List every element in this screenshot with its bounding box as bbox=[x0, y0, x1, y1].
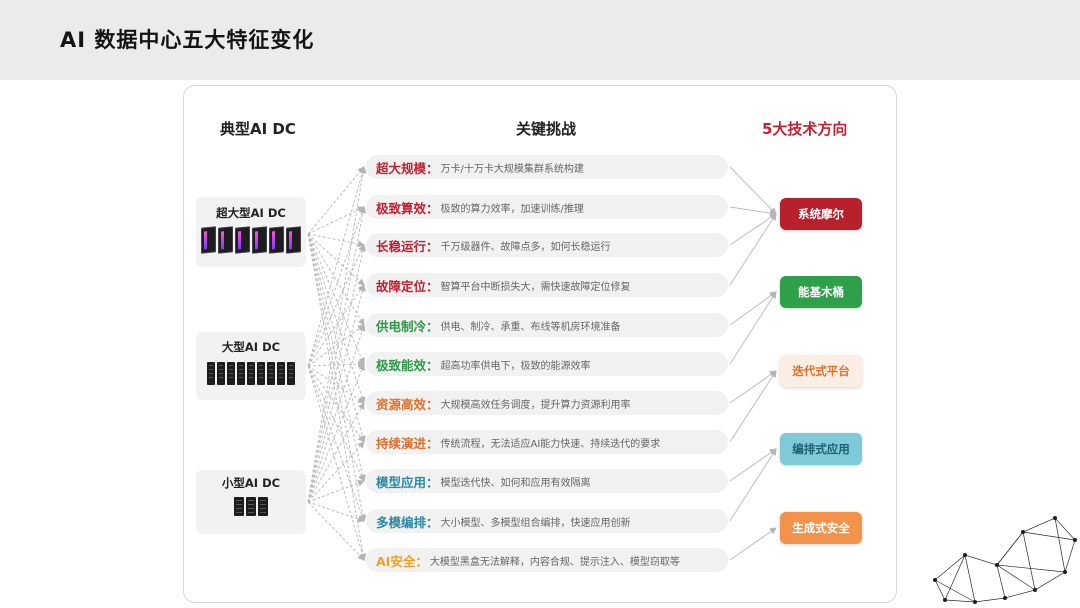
challenge-label: 供电制冷： bbox=[376, 318, 439, 334]
challenge-desc: 大模型黑盒无法解释，内容合规、提示注入、模型窃取等 bbox=[429, 556, 680, 568]
challenge-item: 长稳运行： 千万级器件、故障点多，如何长稳运行 bbox=[366, 233, 728, 257]
direction-iterative-platform: 迭代式平台 bbox=[780, 355, 862, 387]
challenge-desc: 供电、制冷、承重、布线等机房环境准备 bbox=[440, 321, 621, 333]
server-racks-icon bbox=[196, 497, 306, 516]
challenge-label: AI安全： bbox=[376, 553, 428, 569]
challenge-desc: 智算平台中断损失大，需快速故障定位修复 bbox=[440, 281, 631, 293]
challenge-desc: 大规模高效任务调度，提升算力资源利用率 bbox=[440, 399, 631, 411]
column-header-challenges: 关键挑战 bbox=[516, 120, 577, 138]
challenge-label: 极致算效： bbox=[376, 200, 439, 216]
direction-generative-security: 生成式安全 bbox=[780, 512, 862, 544]
server-racks-icon bbox=[196, 362, 306, 385]
challenge-desc: 万卡/十万卡大规模集群系统构建 bbox=[440, 163, 584, 175]
challenge-label: 超大规模： bbox=[376, 160, 439, 176]
title-bar: AI 数据中心五大特征变化 bbox=[0, 0, 1080, 80]
challenge-desc: 超高功率供电下，极致的能源效率 bbox=[440, 360, 591, 372]
column-header-dc-types: 典型AI DC bbox=[220, 120, 296, 138]
challenge-item: 资源高效： 大规模高效任务调度，提升算力资源利用率 bbox=[366, 391, 728, 415]
challenge-item: 供电制冷： 供电、制冷、承重、布线等机房环境准备 bbox=[366, 313, 728, 337]
challenge-desc: 极致的算力效率，加速训练/推理 bbox=[440, 203, 584, 215]
dc-type-large: 大型AI DC bbox=[196, 332, 306, 400]
network-mesh-decoration bbox=[933, 516, 1077, 604]
direction-energy-barrel: 能基木桶 bbox=[780, 276, 862, 308]
challenge-label: 资源高效： bbox=[376, 396, 439, 412]
challenge-item: AI安全： 大模型黑盒无法解释，内容合规、提示注入、模型窃取等 bbox=[366, 548, 728, 572]
challenge-item: 多模编排： 大小模型、多模型组合编排，快速应用创新 bbox=[366, 509, 728, 533]
dc-type-hyperscale: 超大型AI DC bbox=[196, 197, 306, 267]
dc-type-label: 大型AI DC bbox=[221, 340, 281, 354]
direction-system-moore: 系统摩尔 bbox=[780, 198, 862, 230]
direction-orchestrated-apps: 编排式应用 bbox=[780, 433, 862, 465]
challenge-desc: 传统流程，无法适应AI能力快速、持续迭代的要求 bbox=[440, 438, 661, 450]
challenge-desc: 千万级器件、故障点多，如何长稳运行 bbox=[440, 241, 611, 253]
challenge-label: 故障定位： bbox=[376, 278, 439, 294]
challenge-item: 持续演进： 传统流程，无法适应AI能力快速、持续迭代的要求 bbox=[366, 430, 728, 454]
challenge-label: 模型应用： bbox=[376, 474, 439, 490]
challenge-desc: 大小模型、多模型组合编排，快速应用创新 bbox=[440, 517, 631, 529]
dc-type-small: 小型AI DC bbox=[196, 470, 306, 534]
challenge-item: 极致算效： 极致的算力效率，加速训练/推理 bbox=[366, 195, 728, 219]
challenge-desc: 模型迭代快、如何和应用有效隔离 bbox=[440, 477, 591, 489]
challenge-item: 超大规模： 万卡/十万卡大规模集群系统构建 bbox=[366, 155, 728, 179]
challenge-item: 故障定位： 智算平台中断损失大，需快速故障定位修复 bbox=[366, 273, 728, 297]
challenge-label: 多模编排： bbox=[376, 514, 439, 530]
challenge-item: 模型应用： 模型迭代快、如何和应用有效隔离 bbox=[366, 469, 728, 493]
challenge-item: 极致能效： 超高功率供电下，极致的能源效率 bbox=[366, 352, 728, 376]
server-racks-icon bbox=[196, 226, 306, 254]
challenge-label: 极致能效： bbox=[376, 357, 439, 373]
page-title: AI 数据中心五大特征变化 bbox=[60, 28, 315, 52]
challenge-label: 持续演进： bbox=[376, 435, 439, 451]
challenge-label: 长稳运行： bbox=[376, 238, 439, 254]
column-header-directions: 5大技术方向 bbox=[762, 120, 848, 138]
dc-type-label: 小型AI DC bbox=[221, 476, 281, 490]
dc-type-label: 超大型AI DC bbox=[216, 206, 286, 220]
